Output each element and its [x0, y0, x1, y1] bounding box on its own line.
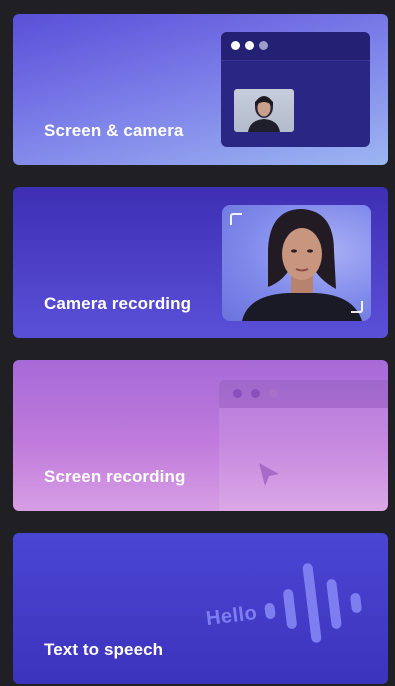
hello-illustration-text: Hello — [204, 601, 259, 631]
camera-preview-image — [222, 205, 371, 321]
window-dot-icon — [233, 389, 242, 398]
text-to-speech-card[interactable]: Hello Text to speech — [13, 533, 388, 684]
recording-options-screen: Screen & camera Camera recording Screen … — [0, 0, 395, 686]
screen-recording-card[interactable]: Screen recording — [13, 360, 388, 511]
camera-recording-card[interactable]: Camera recording — [13, 187, 388, 338]
screen-and-camera-card[interactable]: Screen & camera — [13, 14, 388, 165]
browser-window-illustration — [219, 380, 388, 511]
card-label: Camera recording — [44, 294, 192, 313]
window-dot-icon — [231, 41, 240, 50]
card-label: Text to speech — [44, 640, 164, 659]
window-dot-icon — [245, 41, 254, 50]
window-dot-icon — [269, 389, 278, 398]
viewfinder-corner-icon — [230, 213, 242, 225]
window-dot-icon — [251, 389, 260, 398]
card-label: Screen recording — [44, 467, 186, 486]
window-title-bar — [221, 32, 370, 61]
viewfinder-corner-icon — [351, 301, 363, 313]
card-label: Screen & camera — [44, 121, 184, 140]
window-dot-icon — [259, 41, 268, 50]
cursor-icon — [259, 463, 279, 486]
camera-thumbnail-image — [234, 89, 294, 132]
browser-window-illustration — [221, 32, 370, 147]
sound-wave-icon — [264, 563, 362, 643]
window-title-bar — [219, 380, 388, 408]
